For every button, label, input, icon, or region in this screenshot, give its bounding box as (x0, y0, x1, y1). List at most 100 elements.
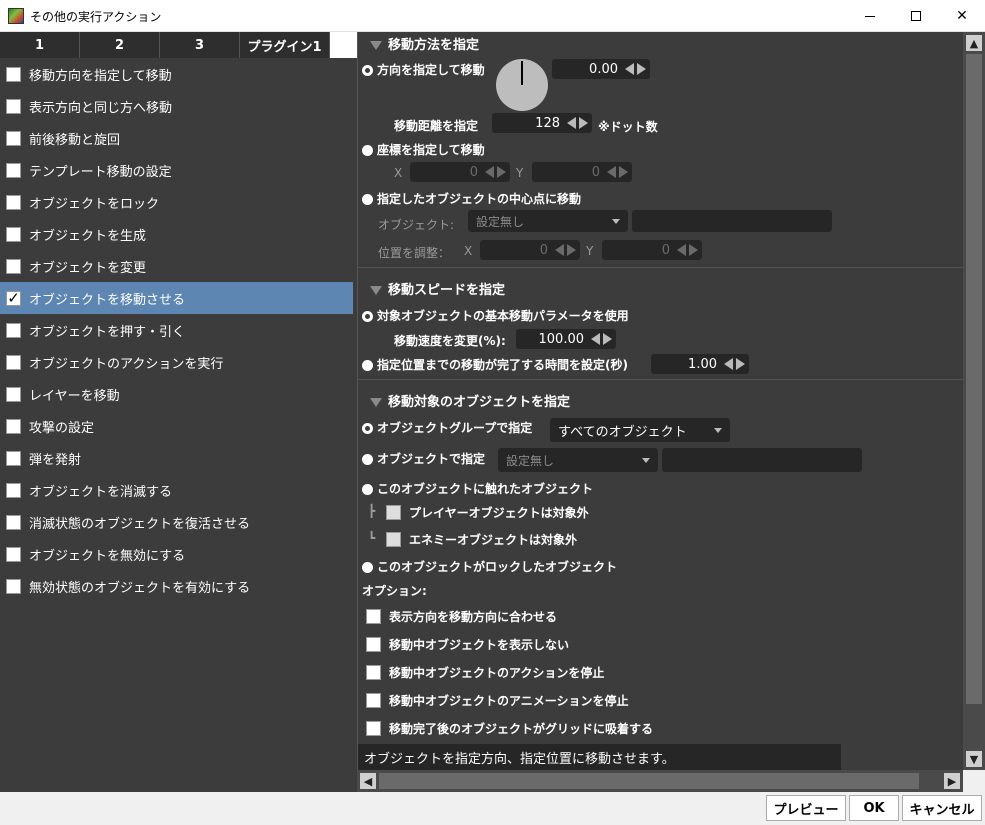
action-checkbox[interactable] (6, 450, 21, 466)
option-checkbox-box[interactable] (366, 720, 381, 736)
target-object-sub-dropdown[interactable] (632, 210, 832, 232)
action-checkbox[interactable] (6, 258, 21, 274)
coord-y-stepper[interactable]: 0 (532, 162, 632, 182)
direction-dial[interactable] (496, 59, 548, 111)
option-checkbox-box[interactable] (366, 664, 381, 680)
list-item[interactable]: オブジェクトを無効にする (0, 538, 353, 570)
radio-direction-dot[interactable] (362, 65, 373, 76)
radio-coordinate-dot[interactable] (362, 145, 373, 156)
tab-2[interactable]: 2 (80, 32, 160, 58)
list-item[interactable]: テンプレート移動の設定 (0, 154, 353, 186)
action-checkbox[interactable] (6, 546, 21, 562)
pos-y-stepper[interactable]: 0 (602, 240, 702, 260)
action-checkbox[interactable]: ✓ (6, 290, 21, 306)
option-checkbox-box[interactable] (366, 636, 381, 652)
action-checkbox[interactable] (6, 514, 21, 530)
radio-time[interactable]: 指定位置までの移動が完了する時間を設定(秒) (362, 356, 628, 373)
radio-time-dot[interactable] (362, 360, 373, 371)
tab-1[interactable]: 1 (0, 32, 80, 58)
increment-icon[interactable] (603, 333, 612, 345)
vertical-scrollbar[interactable]: ▲ ▼ (963, 32, 985, 770)
radio-center-point[interactable]: 指定したオブジェクトの中心点に移動 (362, 190, 581, 207)
action-checkbox[interactable] (6, 354, 21, 370)
action-checkbox[interactable] (6, 130, 21, 146)
decrement-icon[interactable] (724, 358, 733, 370)
list-item[interactable]: レイヤーを移動 (0, 378, 353, 410)
list-item[interactable]: 表示方向と同じ方へ移動 (0, 90, 353, 122)
decrement-icon[interactable] (591, 333, 600, 345)
ok-button[interactable]: OK (849, 795, 899, 821)
action-checkbox[interactable] (6, 418, 21, 434)
list-item[interactable]: オブジェクトを押す・引く (0, 314, 353, 346)
action-checkbox[interactable] (6, 162, 21, 178)
maximize-button[interactable] (893, 0, 939, 32)
collapse-triangle-icon[interactable] (370, 41, 382, 50)
list-item[interactable]: オブジェクトを生成 (0, 218, 353, 250)
action-checkbox[interactable] (6, 226, 21, 242)
target-object-dropdown[interactable]: 設定無し (468, 210, 628, 232)
collapse-triangle-icon[interactable] (370, 398, 382, 407)
list-item[interactable]: 移動方向を指定して移動 (0, 58, 353, 90)
radio-object-dot[interactable] (362, 454, 373, 465)
list-item[interactable]: ✓ オブジェクトを移動させる (0, 282, 353, 314)
decrement-icon[interactable] (677, 244, 686, 256)
decrement-icon[interactable] (607, 166, 616, 178)
exclude-enemy-checkbox[interactable]: エネミーオブジェクトは対象外 (386, 529, 577, 549)
option-checkbox[interactable]: 表示方向を移動方向に合わせる (366, 606, 557, 626)
increment-icon[interactable] (619, 166, 628, 178)
action-checkbox[interactable] (6, 98, 21, 114)
exclude-enemy-box[interactable] (386, 531, 401, 547)
list-item[interactable]: オブジェクトを変更 (0, 250, 353, 282)
radio-group-dot[interactable] (362, 423, 373, 434)
collapse-triangle-icon[interactable] (370, 286, 382, 295)
action-checkbox[interactable] (6, 194, 21, 210)
radio-locked-object[interactable]: このオブジェクトがロックしたオブジェクト (362, 558, 617, 575)
list-item[interactable]: 弾を発射 (0, 442, 353, 474)
decrement-icon[interactable] (567, 117, 576, 129)
preview-button[interactable]: プレビュー (766, 795, 846, 821)
option-checkbox-box[interactable] (366, 692, 381, 708)
option-checkbox-box[interactable] (366, 608, 381, 624)
increment-icon[interactable] (579, 117, 588, 129)
scroll-up-icon[interactable]: ▲ (966, 35, 982, 51)
object-dropdown[interactable]: 設定無し (498, 448, 658, 472)
option-checkbox[interactable]: 移動中オブジェクトのアニメーションを停止 (366, 690, 629, 710)
radio-object-group[interactable]: オブジェクトグループで指定 (362, 419, 532, 436)
vertical-scroll-thumb[interactable] (966, 54, 982, 704)
list-item[interactable]: 攻撃の設定 (0, 410, 353, 442)
exclude-player-box[interactable] (386, 504, 401, 520)
scroll-left-icon[interactable]: ◀ (360, 773, 376, 789)
increment-icon[interactable] (689, 244, 698, 256)
time-stepper[interactable]: 1.00 (651, 354, 749, 374)
decrement-icon[interactable] (555, 244, 564, 256)
radio-coordinate[interactable]: 座標を指定して移動 (362, 141, 485, 158)
exclude-player-checkbox[interactable]: プレイヤーオブジェクトは対象外 (386, 502, 589, 522)
action-checkbox[interactable] (6, 386, 21, 402)
option-checkbox[interactable]: 移動完了後のオブジェクトがグリッドに吸着する (366, 718, 653, 738)
radio-touched-dot[interactable] (362, 484, 373, 495)
list-item[interactable]: 消滅状態のオブジェクトを復活させる (0, 506, 353, 538)
list-item[interactable]: オブジェクトのアクションを実行 (0, 346, 353, 378)
option-checkbox[interactable]: 移動中オブジェクトのアクションを停止 (366, 662, 604, 682)
decrement-icon[interactable] (625, 63, 634, 75)
cancel-button[interactable]: キャンセル (902, 795, 982, 821)
option-checkbox[interactable]: 移動中オブジェクトを表示しない (366, 634, 569, 654)
increment-icon[interactable] (637, 63, 646, 75)
horizontal-scroll-thumb[interactable] (379, 773, 919, 789)
tab-plugin1[interactable]: プラグイン1 (240, 32, 330, 58)
scroll-right-icon[interactable]: ▶ (944, 773, 960, 789)
radio-basic-dot[interactable] (362, 311, 373, 322)
radio-direction[interactable]: 方向を指定して移動 (362, 61, 485, 78)
increment-icon[interactable] (497, 166, 506, 178)
radio-center-dot[interactable] (362, 194, 373, 205)
list-item[interactable]: 無効状態のオブジェクトを有効にする (0, 570, 353, 602)
radio-touched-object[interactable]: このオブジェクトに触れたオブジェクト (362, 480, 593, 497)
action-checkbox[interactable] (6, 578, 21, 594)
action-checkbox[interactable] (6, 66, 21, 82)
radio-basic-params[interactable]: 対象オブジェクトの基本移動パラメータを使用 (362, 307, 629, 324)
pos-x-stepper[interactable]: 0 (480, 240, 580, 260)
direction-stepper[interactable]: 0.00 (552, 59, 650, 79)
list-item[interactable]: オブジェクトを消滅する (0, 474, 353, 506)
increment-icon[interactable] (736, 358, 745, 370)
decrement-icon[interactable] (485, 166, 494, 178)
